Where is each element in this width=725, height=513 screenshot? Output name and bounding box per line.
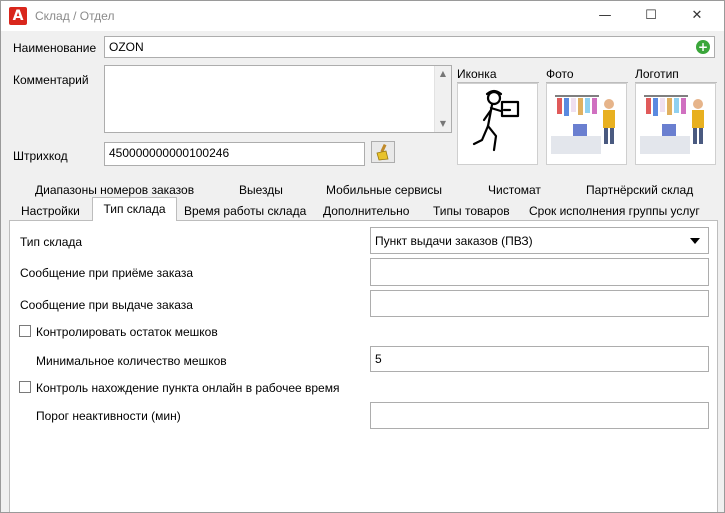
- window-title: Склад / Отдел: [35, 9, 115, 23]
- photo-icon: [547, 84, 626, 164]
- broom-icon: [376, 143, 389, 161]
- control-bags-checkbox[interactable]: [19, 325, 31, 337]
- warehouse-type-label: Тип склада: [20, 235, 83, 249]
- comment-scrollbar[interactable]: ▲ ▼: [434, 66, 451, 132]
- inactivity-threshold-input[interactable]: [370, 402, 709, 429]
- accept-message-label: Сообщение при приёме заказа: [20, 266, 194, 280]
- warehouse-type-select[interactable]: Пункт выдачи заказов (ПВЗ): [370, 227, 709, 254]
- logo-label: Логотип: [635, 67, 679, 81]
- photo-label: Фото: [546, 67, 574, 81]
- min-bags-input[interactable]: 5: [370, 346, 709, 372]
- delivery-man-icon: [472, 89, 520, 152]
- barcode-input[interactable]: 450000000000100246: [104, 142, 365, 166]
- warehouse-dialog: A Склад / Отдел — ☐ ✕ Наименование OZON …: [0, 0, 725, 513]
- barcode-label: Штрихкод: [13, 149, 68, 163]
- dropdown-arrow-icon: [690, 238, 700, 244]
- icon-label: Иконка: [457, 67, 497, 81]
- tab-service-group-deadline[interactable]: Срок исполнения группы услуг: [529, 204, 700, 218]
- accept-message-input[interactable]: [370, 258, 709, 286]
- tab-mobile-services[interactable]: Мобильные сервисы: [326, 183, 442, 197]
- tab-working-hours[interactable]: Время работы склада: [184, 204, 306, 218]
- control-bags-label: Контролировать остаток мешков: [36, 325, 218, 339]
- comment-label: Комментарий: [13, 73, 89, 87]
- tab-product-types[interactable]: Типы товаров: [433, 204, 510, 218]
- tab-trips[interactable]: Выезды: [239, 183, 283, 197]
- min-bags-label: Минимальное количество мешков: [36, 354, 227, 368]
- icon-image[interactable]: [457, 83, 538, 165]
- name-label: Наименование: [13, 41, 97, 55]
- inactivity-threshold-label: Порог неактивности (мин): [36, 409, 181, 423]
- comment-textarea[interactable]: ▲ ▼: [104, 65, 452, 133]
- scroll-down-icon[interactable]: ▼: [435, 116, 451, 132]
- app-logo-icon: A: [9, 7, 27, 25]
- online-control-checkbox[interactable]: [19, 381, 31, 393]
- tab-additional[interactable]: Дополнительно: [323, 204, 409, 218]
- scroll-up-icon[interactable]: ▲: [435, 66, 451, 82]
- tab-order-ranges[interactable]: Диапазоны номеров заказов: [35, 183, 194, 197]
- online-control-label: Контроль нахождение пункта онлайн в рабо…: [36, 381, 340, 395]
- logo-image[interactable]: [635, 83, 716, 165]
- minimize-button[interactable]: —: [582, 1, 628, 31]
- tab-chistomat[interactable]: Чистомат: [488, 183, 541, 197]
- logo-icon: [636, 84, 715, 164]
- name-input[interactable]: OZON: [104, 36, 715, 58]
- photo-image[interactable]: [546, 83, 627, 165]
- tab-partner-warehouse[interactable]: Партнёрский склад: [586, 183, 693, 197]
- clear-barcode-button[interactable]: [371, 141, 395, 163]
- tab-warehouse-type[interactable]: Тип склада: [92, 197, 177, 221]
- title-bar: A Склад / Отдел — ☐ ✕: [1, 1, 724, 31]
- issue-message-input[interactable]: [370, 290, 709, 317]
- close-button[interactable]: ✕: [674, 1, 720, 31]
- maximize-button[interactable]: ☐: [628, 1, 674, 31]
- issue-message-label: Сообщение при выдаче заказа: [20, 298, 193, 312]
- tab-settings[interactable]: Настройки: [21, 204, 80, 218]
- warehouse-type-value: Пункт выдачи заказов (ПВЗ): [375, 234, 533, 248]
- add-icon[interactable]: +: [696, 40, 710, 54]
